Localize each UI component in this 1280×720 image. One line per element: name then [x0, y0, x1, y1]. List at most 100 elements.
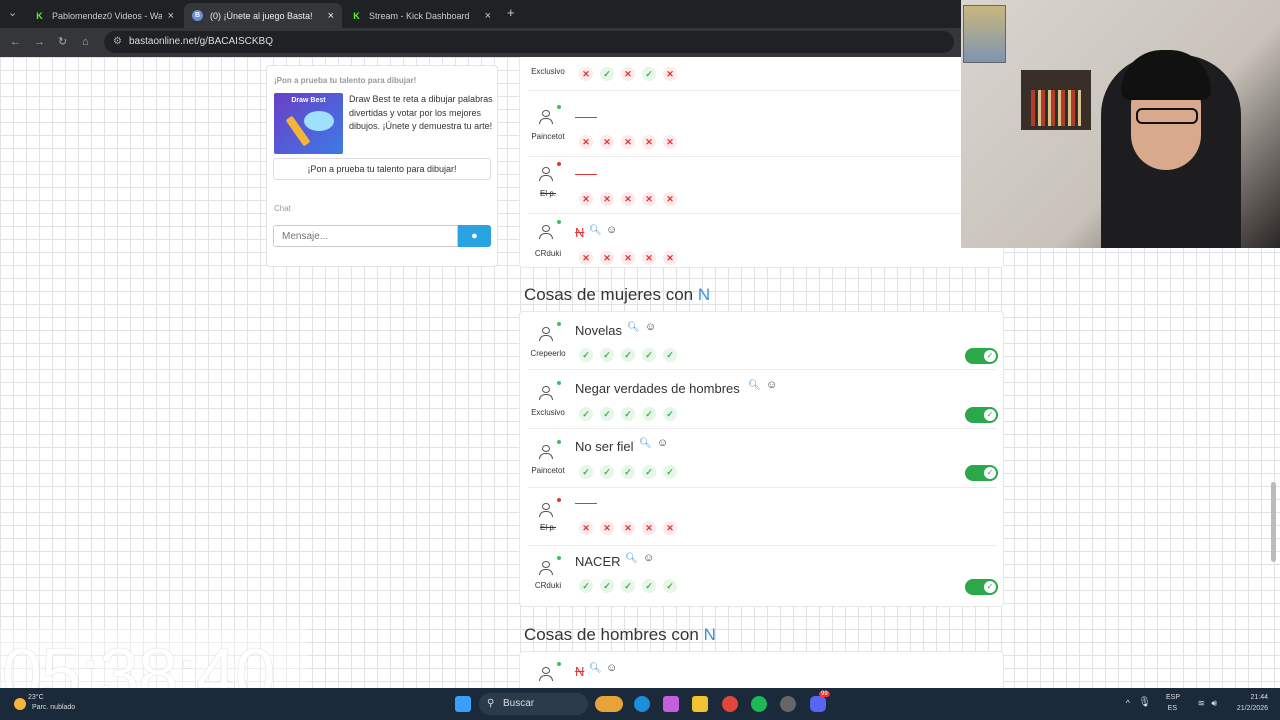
vote-accept-icon[interactable]: ✓ — [579, 465, 593, 479]
windows-start-icon[interactable] — [455, 696, 471, 712]
vote-reject-icon[interactable]: ✕ — [663, 135, 677, 149]
smiley-icon[interactable]: ☺ — [643, 552, 654, 564]
smiley-icon[interactable]: ☺ — [766, 379, 777, 391]
vote-reject-icon[interactable]: ✕ — [642, 521, 656, 535]
vote-reject-icon[interactable]: ✕ — [600, 192, 614, 206]
site-info-icon[interactable]: ⚙ — [113, 31, 122, 53]
vote-reject-icon[interactable]: ✕ — [621, 251, 635, 265]
vote-accept-icon[interactable]: ✓ — [600, 348, 614, 362]
ad-image[interactable]: Draw Best — [274, 93, 343, 154]
vote-reject-icon[interactable]: ✕ — [579, 192, 593, 206]
taskbar-search[interactable]: ⚲ Buscar — [479, 693, 588, 715]
language-code[interactable]: ESP — [1166, 694, 1180, 701]
vote-accept-icon[interactable]: ✓ — [621, 579, 635, 593]
vote-accept-icon[interactable]: ✓ — [579, 348, 593, 362]
chevron-up-icon[interactable]: ^ — [1126, 698, 1130, 708]
search-icon[interactable]: 🔍︎ — [627, 322, 640, 333]
obs-icon[interactable] — [780, 696, 796, 712]
reload-icon[interactable]: ↻ — [58, 36, 67, 48]
vote-reject-icon[interactable]: ✕ — [621, 521, 635, 535]
vote-reject-icon[interactable]: ✕ — [600, 251, 614, 265]
vote-accept-icon[interactable]: ✓ — [621, 407, 635, 421]
vote-reject-icon[interactable]: ✕ — [642, 135, 656, 149]
vote-reject-icon[interactable]: ✕ — [642, 192, 656, 206]
search-icon[interactable]: 🔍︎ — [748, 380, 761, 391]
widget-icon[interactable] — [595, 696, 623, 712]
forward-icon[interactable]: → — [34, 36, 45, 48]
home-icon[interactable]: ⌂ — [82, 36, 89, 48]
accept-toggle[interactable]: ✓ — [965, 407, 998, 423]
category-title: Cosas de mujeres con N — [524, 285, 711, 304]
answer-row: Negar verdades de hombres 🔍︎ ☺ Exclusivo… — [520, 371, 1005, 429]
spotify-icon[interactable] — [751, 696, 767, 712]
close-tab-icon[interactable]: × — [485, 10, 491, 22]
microphone-icon[interactable]: 🎙︎ — [1138, 697, 1151, 708]
tab-search-icon[interactable]: ⌄ — [8, 7, 17, 19]
smiley-icon[interactable]: ☺ — [657, 437, 668, 449]
accept-toggle[interactable]: ✓ — [965, 465, 998, 481]
search-icon[interactable]: 🔍︎ — [589, 663, 602, 674]
vote-reject-icon[interactable]: ✕ — [642, 251, 656, 265]
search-icon[interactable]: 🔍︎ — [589, 225, 602, 236]
chat-send-button[interactable]: ● — [458, 225, 491, 247]
vote-accept-icon[interactable]: ✓ — [642, 407, 656, 421]
vote-reject-icon[interactable]: ✕ — [663, 192, 677, 206]
vote-accept-icon[interactable]: ✓ — [663, 407, 677, 421]
clock-date: 21/2/2026 — [1236, 705, 1268, 712]
vote-accept-icon[interactable]: ✓ — [600, 465, 614, 479]
vote-reject-icon[interactable]: ✕ — [663, 67, 677, 81]
smiley-icon[interactable]: ☺ — [606, 224, 617, 236]
url-field[interactable]: ⚙ bastaonline.net/g/BACAISCKBQ — [104, 31, 954, 53]
smiley-icon[interactable]: ☺ — [606, 662, 617, 674]
vote-accept-icon[interactable]: ✓ — [642, 579, 656, 593]
accept-toggle[interactable]: ✓ — [965, 348, 998, 364]
page-scrollbar[interactable] — [1271, 482, 1276, 562]
wifi-icon[interactable]: ≋ — [1197, 698, 1205, 709]
vote-accept-icon[interactable]: ✓ — [642, 348, 656, 362]
volume-icon[interactable]: 🔊︎ — [1211, 698, 1217, 709]
vote-reject-icon[interactable]: ✕ — [663, 251, 677, 265]
tab-kick-videos[interactable]: K Pablomendez0 Videos - Watch × — [26, 3, 182, 28]
discord-icon[interactable]: 99 — [810, 691, 830, 712]
vote-reject-icon[interactable]: ✕ — [600, 135, 614, 149]
vote-accept-icon[interactable]: ✓ — [663, 579, 677, 593]
vote-accept-icon[interactable]: ✓ — [600, 407, 614, 421]
vote-accept-icon[interactable]: ✓ — [600, 67, 614, 81]
vote-accept-icon[interactable]: ✓ — [621, 465, 635, 479]
vote-accept-icon[interactable]: ✓ — [579, 407, 593, 421]
vote-reject-icon[interactable]: ✕ — [600, 521, 614, 535]
vote-accept-icon[interactable]: ✓ — [600, 579, 614, 593]
vote-accept-icon[interactable]: ✓ — [621, 348, 635, 362]
vote-reject-icon[interactable]: ✕ — [621, 192, 635, 206]
close-tab-icon[interactable]: × — [168, 10, 174, 22]
vote-accept-icon[interactable]: ✓ — [579, 579, 593, 593]
close-tab-icon[interactable]: × — [328, 10, 334, 22]
vote-reject-icon[interactable]: ✕ — [579, 251, 593, 265]
new-tab-icon[interactable]: + — [507, 6, 515, 19]
vote-accept-icon[interactable]: ✓ — [663, 465, 677, 479]
online-indicator — [557, 322, 561, 326]
chat-message-input[interactable] — [273, 225, 458, 247]
ad-cta-button[interactable]: ¡Pon a prueba tu talento para dibujar! — [273, 158, 491, 180]
vote-accept-icon[interactable]: ✓ — [642, 465, 656, 479]
search-icon[interactable]: 🔍︎ — [639, 438, 652, 449]
vote-reject-icon[interactable]: ✕ — [579, 67, 593, 81]
clock-time[interactable]: 21:44 — [1250, 694, 1268, 701]
file-explorer-icon[interactable] — [692, 696, 708, 712]
edge-icon[interactable] — [634, 696, 650, 712]
tab-kick-dashboard[interactable]: K Stream - Kick Dashboard × — [343, 3, 499, 28]
vote-reject-icon[interactable]: ✕ — [621, 135, 635, 149]
chrome-icon[interactable] — [722, 696, 738, 712]
search-icon[interactable]: 🔍︎ — [625, 553, 638, 564]
copilot-icon[interactable] — [663, 696, 679, 712]
vote-reject-icon[interactable]: ✕ — [579, 521, 593, 535]
accept-toggle[interactable]: ✓ — [965, 579, 998, 595]
vote-accept-icon[interactable]: ✓ — [642, 67, 656, 81]
vote-reject-icon[interactable]: ✕ — [621, 67, 635, 81]
tab-basta[interactable]: B (0) ¡Únete al juego Basta! × — [184, 3, 342, 28]
back-icon[interactable]: ← — [10, 36, 21, 48]
vote-reject-icon[interactable]: ✕ — [579, 135, 593, 149]
vote-reject-icon[interactable]: ✕ — [663, 521, 677, 535]
smiley-icon[interactable]: ☺ — [645, 321, 656, 333]
vote-accept-icon[interactable]: ✓ — [663, 348, 677, 362]
